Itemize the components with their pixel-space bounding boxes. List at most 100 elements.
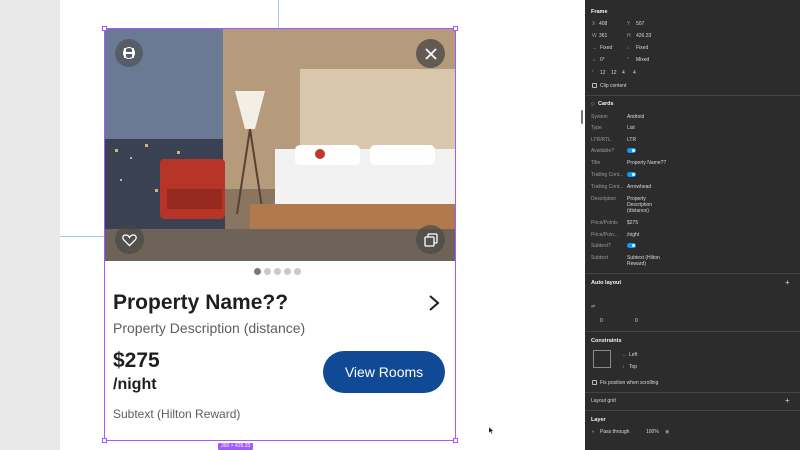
component-icon: ◇ — [591, 101, 595, 107]
prop-label: Trailing Cont... — [591, 172, 624, 178]
eye-icon[interactable]: ◉ — [665, 429, 669, 435]
prop-label: Subtext — [591, 255, 608, 261]
trailing-content-toggle[interactable] — [627, 172, 636, 177]
selection-handle[interactable] — [453, 438, 458, 443]
available-toggle[interactable] — [627, 148, 636, 153]
layer-title: Layer — [591, 417, 606, 423]
carousel-dot[interactable] — [264, 268, 271, 275]
prop-value[interactable]: List — [627, 125, 635, 131]
width-mode-select[interactable]: Fixed — [600, 45, 612, 51]
height-mode-icon: ↕ — [627, 45, 630, 51]
carousel-dot[interactable] — [254, 268, 261, 275]
subtext-toggle[interactable] — [627, 243, 636, 248]
corner-top-left[interactable]: 12 — [600, 70, 606, 76]
layout-guide-vertical — [278, 0, 279, 28]
panel-scrollbar[interactable] — [581, 110, 583, 124]
heart-icon[interactable] — [115, 225, 144, 254]
property-description: Property Description (distance) — [113, 320, 306, 336]
auto-layout-title[interactable]: Auto layout — [591, 280, 621, 286]
component-title[interactable]: Cards — [598, 101, 614, 107]
canvas[interactable]: Property Name?? Property Description (di… — [60, 0, 585, 450]
blend-icon: ◐ — [592, 429, 596, 435]
close-icon[interactable] — [416, 39, 445, 68]
corner-bottom-left[interactable]: 4 — [633, 70, 636, 76]
constraints-title: Constraints — [591, 338, 622, 344]
prop-label: Available? — [591, 148, 614, 154]
add-icon[interactable]: + — [785, 278, 790, 287]
image-carousel-indicator[interactable] — [254, 268, 301, 275]
prop-label: Price/Points — [591, 220, 618, 226]
constraints-widget[interactable] — [593, 350, 611, 368]
radius-input[interactable]: Mixed — [636, 57, 649, 63]
carousel-dot[interactable] — [274, 268, 281, 275]
prop-value[interactable]: LTR — [627, 137, 636, 143]
selection-handle[interactable] — [102, 26, 107, 31]
prop-label: Type — [591, 125, 602, 131]
layout-grid-title[interactable]: Layout grid — [591, 398, 616, 404]
prop-label: Description — [591, 196, 617, 202]
property-title: Property Name?? — [113, 291, 289, 314]
corner-bottom-right[interactable]: 4 — [622, 70, 625, 76]
gallery-icon[interactable] — [416, 225, 445, 254]
frame-section-title[interactable]: Frame — [591, 9, 608, 15]
selection-handle[interactable] — [453, 26, 458, 31]
fix-position-checkbox[interactable] — [592, 380, 597, 385]
prop-value[interactable]: Property Name?? — [627, 160, 666, 166]
corner-top-right[interactable]: 12 — [611, 70, 617, 76]
padding-input[interactable]: 0 — [635, 318, 638, 324]
carousel-dot[interactable] — [294, 268, 301, 275]
add-icon[interactable]: + — [785, 396, 790, 405]
clip-content-label: Clip content — [600, 83, 627, 89]
price: $275 — [113, 349, 160, 372]
x-input[interactable]: 408 — [599, 21, 607, 27]
gap-input[interactable]: 0 — [600, 318, 603, 324]
layout-guide-horizontal — [60, 236, 105, 237]
w-input[interactable]: 361 — [599, 33, 607, 39]
w-label: W — [592, 33, 597, 39]
h-label: H — [627, 33, 631, 39]
prop-value-line: (distance) — [627, 208, 649, 214]
vertical-constraint[interactable]: Top — [629, 364, 637, 370]
left-strip — [0, 0, 60, 450]
corner-radius-icon: ⌜ — [592, 70, 595, 76]
view-rooms-button[interactable]: View Rooms — [323, 351, 445, 393]
h-input[interactable]: 426.33 — [636, 33, 651, 39]
y-input[interactable]: 507 — [636, 21, 644, 27]
prop-value[interactable]: $275 — [627, 220, 638, 226]
mouse-cursor-icon — [489, 427, 494, 434]
prop-label: Title — [591, 160, 601, 166]
divider — [585, 95, 800, 96]
radius-icon: ⌜ — [627, 57, 630, 63]
design-panel: Frame X 408 Y 507 W 361 H 426.33 ↔ Fixed… — [585, 0, 800, 450]
fix-position-label: Fix position when scrolling — [600, 380, 659, 386]
hotel-room-illustration — [105, 29, 455, 261]
property-card[interactable]: Property Name?? Property Description (di… — [102, 26, 494, 443]
rotation-icon: ∟ — [592, 57, 597, 63]
prop-label: Trailing Cont... — [591, 184, 624, 190]
chevron-right-icon[interactable] — [427, 294, 441, 312]
rotation-input[interactable]: 0° — [600, 57, 605, 63]
prop-value[interactable]: Arrowhead — [627, 184, 651, 190]
subtext: Subtext (Hilton Reward) — [113, 407, 241, 421]
blend-mode-select[interactable]: Pass through — [600, 429, 629, 435]
clip-content-checkbox[interactable] — [592, 83, 597, 88]
horizontal-constraint[interactable]: Left — [629, 352, 637, 358]
vertical-constraint-icon: ↕ — [622, 364, 625, 370]
divider — [585, 273, 800, 274]
opacity-input[interactable]: 100% — [646, 429, 659, 435]
prop-value[interactable]: /night — [627, 232, 639, 238]
prop-value[interactable]: Android — [627, 114, 644, 120]
divider — [585, 392, 800, 393]
hilton-logo-icon — [115, 39, 143, 67]
x-label: X — [592, 21, 596, 27]
prop-label: Price/Poin... — [591, 232, 618, 238]
gap-icon: ⇄ — [591, 304, 596, 310]
price-unit: /night — [113, 376, 157, 393]
divider — [585, 410, 800, 411]
height-mode-select[interactable]: Fixed — [636, 45, 648, 51]
y-label: Y — [627, 21, 631, 27]
selection-handle[interactable] — [102, 438, 107, 443]
carousel-dot[interactable] — [284, 268, 291, 275]
width-mode-icon: ↔ — [592, 45, 597, 51]
hotel-room-image[interactable] — [105, 29, 455, 261]
